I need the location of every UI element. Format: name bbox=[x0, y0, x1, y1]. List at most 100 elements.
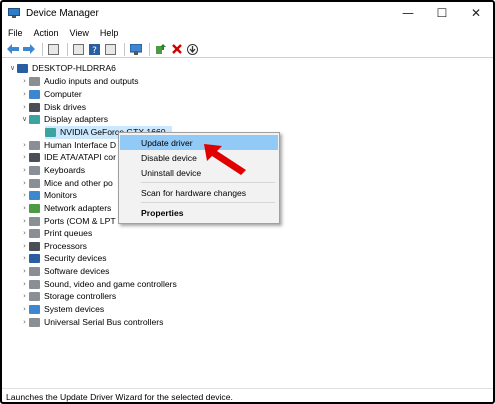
processor-icon bbox=[29, 241, 40, 251]
help-button[interactable]: ? bbox=[88, 43, 101, 56]
software-icon bbox=[29, 266, 40, 276]
expand-arrow-icon[interactable]: › bbox=[20, 254, 29, 262]
tree-item-label: Print queues bbox=[44, 228, 93, 239]
uninstall-device-button[interactable] bbox=[170, 43, 183, 56]
disk-icon bbox=[29, 102, 40, 112]
expand-arrow-icon[interactable]: › bbox=[20, 191, 29, 199]
menu-update-driver[interactable]: Update driver bbox=[120, 135, 278, 150]
properties-button[interactable] bbox=[72, 43, 85, 56]
action-pane-button[interactable] bbox=[104, 43, 117, 56]
tree-item-keyboards[interactable]: › Keyboards bbox=[20, 164, 85, 177]
expand-arrow-icon[interactable]: › bbox=[20, 141, 29, 149]
sound-icon bbox=[29, 279, 40, 289]
expand-arrow-icon[interactable]: › bbox=[20, 204, 29, 212]
tree-item-print-queues[interactable]: › Print queues bbox=[20, 227, 92, 240]
keyboard-icon bbox=[29, 165, 40, 175]
tree-root[interactable]: ∨ DESKTOP-HLDRRA6 bbox=[8, 62, 116, 75]
menu-properties[interactable]: Properties bbox=[120, 205, 278, 220]
menu-file[interactable]: File bbox=[8, 28, 23, 38]
tree-item-label: Universal Serial Bus controllers bbox=[44, 317, 164, 328]
tree-item-ports[interactable]: › Ports (COM & LPT bbox=[20, 215, 116, 228]
back-button[interactable] bbox=[6, 43, 19, 56]
expand-arrow-icon[interactable]: › bbox=[20, 305, 29, 313]
menu-view[interactable]: View bbox=[70, 28, 89, 38]
tree-item-label: Network adapters bbox=[44, 203, 112, 214]
computer-icon bbox=[29, 89, 40, 99]
monitor-scan-icon bbox=[129, 43, 142, 55]
tree-item-usb[interactable]: › Universal Serial Bus controllers bbox=[20, 316, 163, 329]
help-icon: ? bbox=[89, 43, 100, 55]
show-hide-tree-button[interactable] bbox=[47, 43, 60, 56]
device-manager-window: Device Manager — ☐ ✕ File Action View He… bbox=[0, 0, 495, 404]
display-icon bbox=[29, 114, 40, 124]
menu-action[interactable]: Action bbox=[34, 28, 59, 38]
tree-pane-icon bbox=[48, 43, 59, 55]
toolbar: ? bbox=[2, 41, 493, 58]
security-icon bbox=[29, 253, 40, 263]
tree-item-disk-drives[interactable]: › Disk drives bbox=[20, 101, 86, 114]
update-driver-button[interactable] bbox=[154, 43, 167, 56]
expand-arrow-icon[interactable]: › bbox=[20, 318, 29, 326]
mouse-icon bbox=[29, 178, 40, 188]
expand-arrow-icon[interactable]: › bbox=[20, 267, 29, 275]
expand-arrow-icon[interactable]: › bbox=[20, 153, 29, 161]
tree-item-system[interactable]: › System devices bbox=[20, 303, 104, 316]
expand-arrow-icon[interactable]: › bbox=[20, 242, 29, 250]
update-driver-icon bbox=[156, 43, 166, 54]
system-icon bbox=[29, 304, 40, 314]
forward-arrow-icon bbox=[22, 44, 35, 54]
tree-item-label: Software devices bbox=[44, 266, 110, 277]
expand-arrow-icon[interactable]: › bbox=[20, 179, 29, 187]
tree-item-audio[interactable]: › Audio inputs and outputs bbox=[20, 75, 139, 88]
expand-arrow-icon[interactable]: › bbox=[20, 292, 29, 300]
expand-arrow-icon[interactable]: › bbox=[20, 280, 29, 288]
menu-scan-hardware[interactable]: Scan for hardware changes bbox=[120, 185, 278, 200]
tree-item-network[interactable]: › Network adapters bbox=[20, 202, 111, 215]
scan-hardware-button[interactable] bbox=[129, 43, 142, 56]
tree-item-hid[interactable]: › Human Interface D bbox=[20, 139, 116, 152]
expand-arrow-icon[interactable]: › bbox=[20, 77, 29, 85]
disable-device-button[interactable] bbox=[186, 43, 199, 56]
storage-icon bbox=[29, 291, 40, 301]
tree-item-label: Keyboards bbox=[44, 165, 86, 176]
tree-item-processors[interactable]: › Processors bbox=[20, 240, 87, 253]
expand-arrow-icon[interactable]: › bbox=[20, 166, 29, 174]
tree-item-mice[interactable]: › Mice and other po bbox=[20, 177, 113, 190]
forward-button[interactable] bbox=[22, 43, 35, 56]
expand-arrow-icon[interactable]: › bbox=[20, 229, 29, 237]
network-icon bbox=[29, 203, 40, 213]
close-button[interactable]: ✕ bbox=[459, 2, 493, 24]
tree-item-display-adapters[interactable]: ∨ Display adapters bbox=[20, 113, 108, 126]
tree-item-security[interactable]: › Security devices bbox=[20, 252, 106, 265]
tree-item-label: Processors bbox=[44, 241, 87, 252]
display-adapter-icon bbox=[45, 127, 56, 137]
tree-item-software[interactable]: › Software devices bbox=[20, 265, 109, 278]
printer-icon bbox=[29, 228, 40, 238]
menu-uninstall-device[interactable]: Uninstall device bbox=[120, 165, 278, 180]
tree-item-ide[interactable]: › IDE ATA/ATAPI cor bbox=[20, 151, 116, 164]
tree-item-storage[interactable]: › Storage controllers bbox=[20, 290, 116, 303]
expand-arrow-icon[interactable]: › bbox=[20, 90, 29, 98]
expand-arrow-icon[interactable]: › bbox=[20, 217, 29, 225]
maximize-button[interactable]: ☐ bbox=[425, 2, 459, 24]
tree-item-label: Computer bbox=[44, 89, 82, 100]
red-arrow-annotation bbox=[204, 144, 246, 175]
collapse-arrow-icon[interactable]: ∨ bbox=[8, 64, 17, 72]
menu-separator bbox=[141, 182, 275, 183]
ide-icon bbox=[29, 152, 40, 162]
device-manager-icon bbox=[8, 8, 20, 18]
minimize-button[interactable]: — bbox=[391, 2, 425, 24]
tree-item-sound[interactable]: › Sound, video and game controllers bbox=[20, 278, 177, 291]
tree-root-label: DESKTOP-HLDRRA6 bbox=[32, 63, 116, 74]
expand-arrow-icon[interactable]: › bbox=[20, 103, 29, 111]
menu-disable-device[interactable]: Disable device bbox=[120, 150, 278, 165]
collapse-arrow-icon[interactable]: ∨ bbox=[20, 115, 29, 123]
usb-icon bbox=[29, 317, 40, 327]
tree-item-monitors[interactable]: › Monitors bbox=[20, 189, 77, 202]
toolbar-separator bbox=[124, 42, 125, 56]
tree-item-label: Sound, video and game controllers bbox=[44, 279, 177, 290]
menu-help[interactable]: Help bbox=[100, 28, 119, 38]
tree-item-computer[interactable]: › Computer bbox=[20, 88, 82, 101]
context-menu: Update driver Disable device Uninstall d… bbox=[118, 132, 280, 224]
status-text: Launches the Update Driver Wizard for th… bbox=[6, 391, 233, 402]
